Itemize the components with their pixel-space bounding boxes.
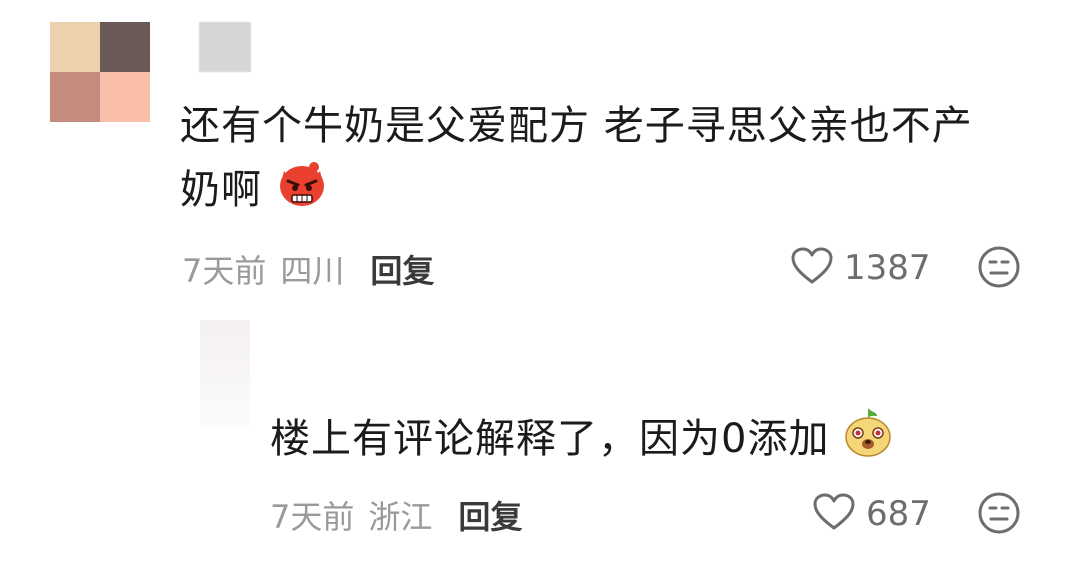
comment-location: 四川 <box>280 252 345 290</box>
meh-face-icon <box>977 492 1021 539</box>
reply-meta: 7天前 浙江 回复 <box>270 492 522 538</box>
reply-button[interactable]: 回复 <box>370 246 434 292</box>
angry-face-icon <box>276 157 328 227</box>
reply-like-count: 687 <box>866 494 931 534</box>
meh-face-icon <box>977 246 1021 293</box>
like-button[interactable]: 1387 <box>790 246 931 290</box>
comment-text-line2: 奶啊 <box>180 167 262 213</box>
heart-icon <box>812 492 856 536</box>
comment-time: 7天前 <box>182 252 267 290</box>
reply-dislike-button[interactable] <box>977 491 1021 539</box>
comment-meta: 7天前 四川 回复 <box>182 246 434 292</box>
reply-text: 楼上有评论解释了，因为0添加 <box>270 416 830 462</box>
heart-icon <box>790 246 834 290</box>
avatar-tile <box>50 72 100 122</box>
reply-text-wrap: 楼上有评论解释了，因为0添加 <box>270 406 893 476</box>
reply-reply-button[interactable]: 回复 <box>458 492 522 538</box>
reply-time: 7天前 <box>270 498 355 536</box>
comment-text-line2-wrap: 奶啊 <box>180 157 328 227</box>
avatar-tile <box>50 22 100 72</box>
reply-location: 浙江 <box>368 498 433 536</box>
avatar-tile <box>100 22 150 72</box>
avatar-tile <box>100 72 150 122</box>
puppy-face-icon <box>843 406 893 476</box>
username-redacted[interactable] <box>199 22 251 72</box>
reply-like-button[interactable]: 687 <box>812 492 931 536</box>
avatar[interactable] <box>50 22 150 122</box>
dislike-button[interactable] <box>977 245 1021 293</box>
like-count: 1387 <box>844 248 931 288</box>
comment-text-line1: 还有个牛奶是父爱配方 老子寻思父亲也不产 <box>180 103 973 149</box>
reply-avatar[interactable] <box>200 320 250 425</box>
